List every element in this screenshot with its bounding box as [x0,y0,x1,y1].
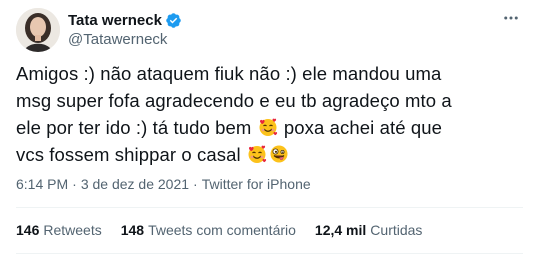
tweet-line-text: poxa achei até que [283,117,443,138]
likes-stat[interactable]: 12,4 mil Curtidas [315,222,423,238]
display-name-row: Tata werneck [68,10,182,30]
avatar[interactable] [16,8,60,52]
smiling-face-with-hearts-icon [258,117,278,137]
handle[interactable]: @Tatawerneck [68,31,182,48]
meta-separator: · [193,176,198,192]
retweets-label: Retweets [43,222,102,238]
divider [16,207,523,208]
quote-tweets-count: 148 [120,222,145,238]
author-names: Tata werneck @Tatawerneck [68,10,182,48]
tweet-line: Amigos :) não ataquem fiuk não :) ele ma… [16,63,442,84]
tweet-time[interactable]: 6:14 PM [16,176,68,192]
tweet-line: vcs fossem shippar o casal [16,141,521,168]
quote-tweets-label: Tweets com comentário [148,222,296,238]
tweet-header: Tata werneck @Tatawerneck [16,8,527,52]
likes-label: Curtidas [370,222,423,238]
more-options-icon[interactable] [501,8,521,28]
smiling-face-with-hearts-icon [247,144,267,164]
tweet-line: ele por ter ido :) tá tudo bem poxa ache… [16,114,521,141]
tweet-line-text: vcs fossem shippar o casal [16,144,241,165]
retweets-stat[interactable]: 146 Retweets [16,222,102,238]
avatar-image [16,8,60,52]
quote-tweets-stat[interactable]: 148 Tweets com comentário [121,222,296,238]
zany-face-icon [269,144,289,164]
tweet-line: msg super fofa agradecendo e eu tb agrad… [16,90,452,111]
tweet-stats: 146 Retweets 148 Tweets com comentário 1… [16,222,441,238]
tweet-meta: 6:14 PM · 3 de dez de 2021 · Twitter for… [16,176,311,192]
verified-badge-icon [165,12,182,29]
meta-separator: · [72,176,77,192]
tweet-source[interactable]: Twitter for iPhone [202,176,311,192]
retweets-count: 146 [16,222,40,238]
tweet-text: Amigos :) não ataquem fiuk não :) ele ma… [16,60,521,168]
tweet-line-text: ele por ter ido :) tá tudo bem [16,117,252,138]
display-name[interactable]: Tata werneck [68,12,162,29]
tweet-date[interactable]: 3 de dez de 2021 [81,176,189,192]
likes-count: 12,4 mil [314,222,367,238]
